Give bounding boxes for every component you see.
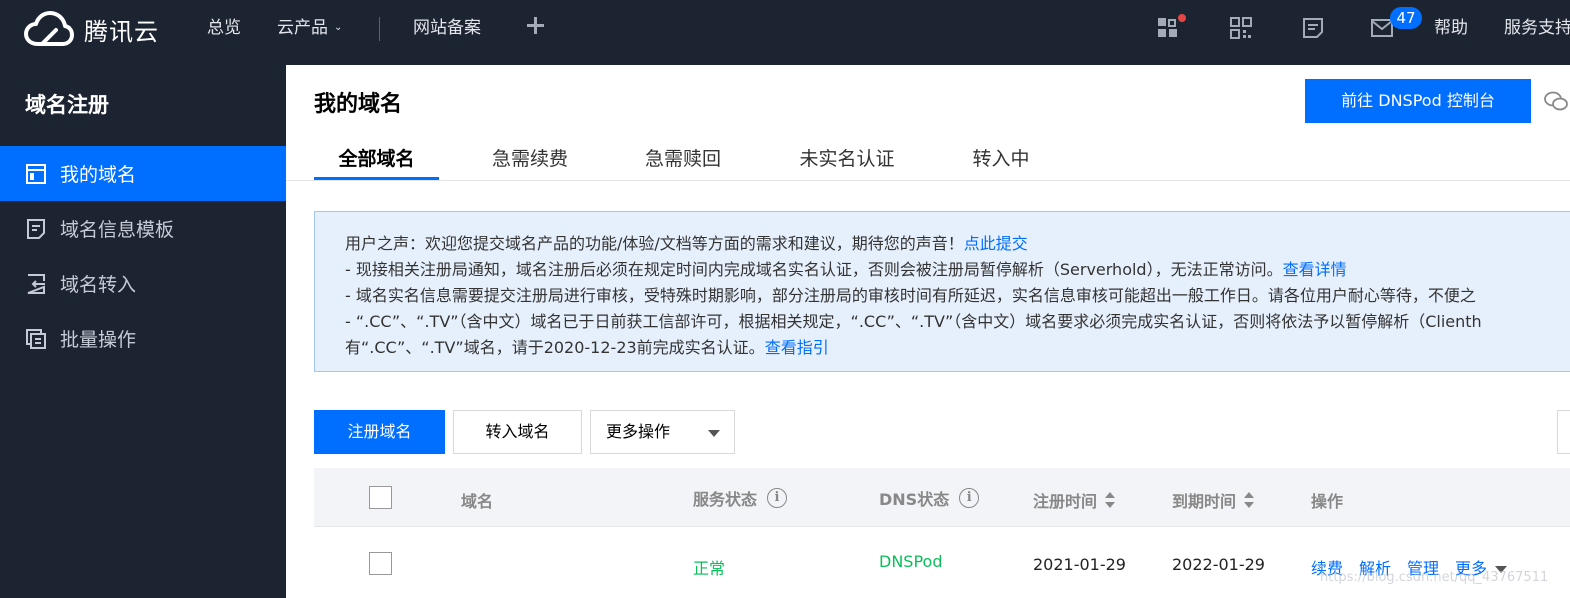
nav-icp-filing[interactable]: 网站备案	[413, 0, 481, 65]
top-navigation-bar: 腾讯云 总览 云产品 ⌄ 网站备案 47 帮助 服务支持	[0, 0, 1570, 65]
tabs-divider	[286, 180, 1570, 181]
caret-down-icon	[708, 430, 720, 437]
transfer-domain-button[interactable]: 转入域名	[453, 410, 582, 454]
page-title: 我的域名	[314, 92, 403, 117]
sort-icon[interactable]	[1105, 492, 1116, 508]
nav-help[interactable]: 帮助	[1434, 0, 1468, 65]
nav-overview[interactable]: 总览	[207, 0, 241, 65]
nav-divider	[379, 17, 380, 41]
column-label: 到期时间	[1172, 492, 1237, 511]
window-icon	[26, 163, 46, 184]
notice-line: 用户之声：欢迎您提交域名产品的功能/体验/文档等方面的需求和建议，期待您的声音！…	[345, 230, 1028, 254]
column-expiration-time[interactable]: 到期时间	[1172, 488, 1255, 512]
notification-dot	[1178, 14, 1186, 22]
notice-text: - 现接相关注册局通知，域名注册后必须在规定时间内完成域名实名认证，否则会被注册…	[345, 260, 1283, 279]
column-dns-status: DNS状态 i	[879, 486, 980, 510]
column-label: 注册时间	[1033, 492, 1098, 511]
watermark: https://blog.csdn.net/qq_43767511	[1320, 570, 1549, 585]
tencent-cloud-logo[interactable]: 腾讯云	[24, 10, 159, 48]
grid-apps-icon[interactable]	[1156, 16, 1180, 40]
sidebar-item-label: 域名信息模板	[60, 219, 175, 241]
row-checkbox[interactable]	[369, 552, 392, 575]
notice-banner: 用户之声：欢迎您提交域名产品的功能/体验/文档等方面的需求和建议，期待您的声音！…	[314, 211, 1570, 372]
info-icon[interactable]: i	[959, 488, 980, 508]
go-to-dnspod-button[interactable]: 前往 DNSPod 控制台	[1305, 79, 1531, 123]
qr-code-icon[interactable]	[1229, 16, 1253, 40]
tab-urgent-renewal[interactable]: 急需续费	[480, 144, 580, 180]
more-actions-label: 更多操作	[606, 422, 671, 441]
notice-text: 有“.CC”、“.TV”域名，请于2020-12-23前完成实名认证。	[345, 338, 765, 357]
registration-date: 2021-01-29	[1033, 555, 1126, 574]
document-icon	[27, 218, 45, 239]
column-domain: 域名	[461, 492, 494, 511]
table-header: 域名 服务状态 i DNS状态 i 注册时间 到期时间 操作	[314, 468, 1570, 527]
select-all-checkbox[interactable]	[369, 486, 392, 509]
notice-text: 用户之声：欢迎您提交域名产品的功能/体验/文档等方面的需求和建议，期待您的声音！	[345, 234, 964, 253]
message-count-badge: 47	[1390, 7, 1422, 29]
sidebar-item-my-domains[interactable]: 我的域名	[0, 146, 286, 201]
service-status-value: 正常	[693, 559, 726, 578]
tab-transferring-in[interactable]: 转入中	[960, 144, 1042, 180]
add-shortcut-plus-icon[interactable]	[524, 14, 546, 36]
sidebar-item-domain-templates[interactable]: 域名信息模板	[0, 201, 286, 256]
tab-urgent-redemption[interactable]: 急需赎回	[633, 144, 733, 180]
brand-name: 腾讯云	[84, 17, 159, 46]
column-registration-time[interactable]: 注册时间	[1033, 488, 1116, 512]
register-domain-button[interactable]: 注册域名	[314, 410, 445, 454]
search-box[interactable]	[1557, 410, 1570, 454]
chevron-down-icon: ⌄	[334, 22, 343, 33]
notice-line: - 现接相关注册局通知，域名注册后必须在规定时间内完成域名实名认证，否则会被注册…	[345, 256, 1347, 280]
sidebar-title: 域名注册	[25, 93, 109, 117]
submit-feedback-link[interactable]: 点此提交	[964, 234, 1028, 253]
view-guide-link[interactable]: 查看指引	[765, 338, 829, 357]
tab-unverified[interactable]: 未实名认证	[786, 144, 908, 180]
nav-service-support[interactable]: 服务支持	[1504, 0, 1570, 65]
document-icon[interactable]	[1301, 16, 1325, 40]
sidebar-item-label: 域名转入	[60, 274, 137, 296]
more-actions-select[interactable]: 更多操作	[590, 410, 735, 454]
notice-line: - “.CC”、“.TV”（含中文）域名已于日前获工信部许可，根据相关规定，“.…	[345, 312, 1482, 331]
column-actions: 操作	[1311, 492, 1344, 511]
notice-line: - 域名实名信息需要提交注册局进行审核，受特殊时期影响，部分注册局的审核时间有所…	[345, 286, 1476, 305]
info-icon[interactable]: i	[767, 488, 788, 508]
nav-cloud-products-label: 云产品	[277, 18, 328, 38]
view-details-link[interactable]: 查看详情	[1283, 260, 1347, 279]
sidebar: 域名注册 我的域名 域名信息模板 域名转入 批量操作	[0, 65, 286, 598]
nav-cloud-products[interactable]: 云产品 ⌄	[277, 0, 342, 65]
notice-line: 有“.CC”、“.TV”域名，请于2020-12-23前完成实名认证。查看指引	[345, 334, 829, 358]
sidebar-item-domain-transfer[interactable]: 域名转入	[0, 256, 286, 311]
tab-all-domains[interactable]: 全部域名	[314, 144, 439, 180]
sidebar-item-batch-operations[interactable]: 批量操作	[0, 311, 286, 366]
cloud-logo-icon	[24, 11, 74, 46]
sidebar-item-label: 批量操作	[60, 329, 137, 351]
copy-icon	[26, 328, 46, 349]
expiration-date: 2022-01-29	[1172, 555, 1265, 574]
column-label: 服务状态	[693, 490, 758, 509]
transfer-icon	[27, 273, 45, 294]
wechat-icon[interactable]	[1543, 90, 1569, 112]
column-service-status: 服务状态 i	[693, 486, 788, 510]
column-label: DNS状态	[879, 490, 950, 509]
sort-icon[interactable]	[1244, 492, 1255, 508]
dns-status-value: DNSPod	[879, 552, 943, 571]
sidebar-item-label: 我的域名	[60, 164, 137, 186]
domain-name-redacted	[464, 563, 564, 565]
